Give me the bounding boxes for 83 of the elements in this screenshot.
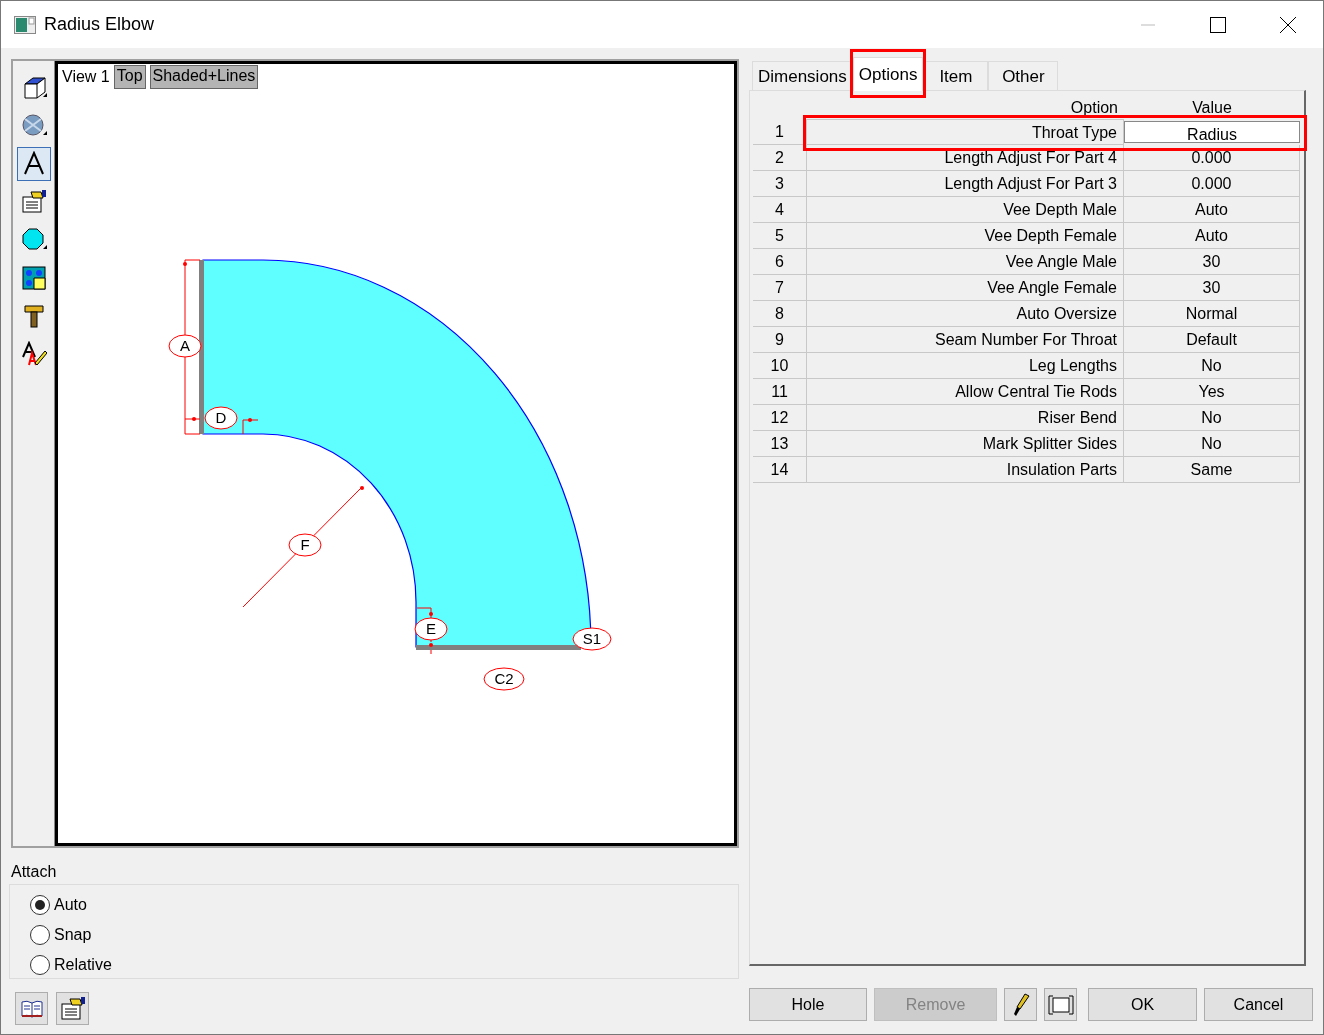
close-icon	[1280, 16, 1296, 33]
push-button[interactable]: OK	[1088, 988, 1197, 1021]
option-cell[interactable]: Length Adjust For Part 3	[807, 171, 1124, 197]
row-number: 10	[753, 353, 807, 379]
option-cell[interactable]: Seam Number For Throat	[807, 327, 1124, 353]
properties-icon	[59, 996, 86, 1021]
option-cell[interactable]: Length Adjust For Part 4	[807, 145, 1124, 171]
view-mode-button[interactable]: Top	[113, 65, 146, 89]
row-number: 12	[753, 405, 807, 431]
row-number: 3	[753, 171, 807, 197]
sphere-icon	[20, 113, 47, 139]
letter-icon	[21, 151, 46, 177]
tool-button[interactable]	[56, 992, 89, 1025]
value-cell[interactable]: 0.000	[1124, 171, 1300, 197]
radio-option[interactable]: Relative	[30, 953, 738, 977]
option-cell[interactable]: Vee Angle Female	[807, 275, 1124, 301]
push-button[interactable]: Hole	[749, 988, 867, 1021]
tab[interactable]: Other	[988, 61, 1059, 90]
minimize-icon	[1141, 23, 1155, 26]
radio-option[interactable]: Auto	[30, 893, 738, 917]
value-cell[interactable]: No	[1124, 405, 1300, 431]
book-icon	[19, 998, 44, 1019]
row-number: 4	[753, 197, 807, 223]
row-number: 5	[753, 223, 807, 249]
tool-button[interactable]	[16, 147, 51, 181]
dimension-label: F	[288, 533, 322, 557]
value-cell[interactable]: Default	[1124, 327, 1300, 353]
dimension-label: E	[414, 617, 448, 641]
dimension-label: C2	[483, 667, 525, 691]
column-header: Option	[1069, 98, 1119, 118]
option-cell[interactable]: Vee Depth Female	[807, 223, 1124, 249]
value-cell[interactable]: 30	[1124, 275, 1300, 301]
option-cell[interactable]: Vee Angle Male	[807, 249, 1124, 275]
option-cell[interactable]: Vee Depth Male	[807, 197, 1124, 223]
radio-option[interactable]: Snap	[30, 923, 738, 947]
tool-button[interactable]	[15, 992, 48, 1025]
value-cell[interactable]: Yes	[1124, 379, 1300, 405]
window-title: Radius Elbow	[44, 13, 155, 36]
row-number: 13	[753, 431, 807, 457]
option-cell[interactable]: Riser Bend	[807, 405, 1124, 431]
value-cell[interactable]: Auto	[1124, 197, 1300, 223]
group-label: Attach	[11, 862, 58, 882]
maximize-icon	[1210, 16, 1226, 33]
value-cell[interactable]: Normal	[1124, 301, 1300, 327]
value-cell[interactable]: No	[1124, 353, 1300, 379]
option-cell[interactable]: Throat Type	[807, 119, 1124, 145]
dimension-label: D	[204, 406, 238, 430]
column-header: Value	[1191, 98, 1233, 118]
option-cell[interactable]: Allow Central Tie Rods	[807, 379, 1124, 405]
value-cell[interactable]: 30	[1124, 249, 1300, 275]
row-number: 6	[753, 249, 807, 275]
octagon-icon	[20, 227, 47, 253]
tab[interactable]: Options	[852, 57, 924, 91]
value-cell[interactable]: Same	[1124, 457, 1300, 483]
value-cell[interactable]: No	[1124, 431, 1300, 457]
view-name: View 1	[62, 67, 110, 87]
push-button[interactable]: Cancel	[1204, 988, 1313, 1021]
row-number: 1	[753, 119, 807, 145]
value-cell[interactable]: 0.000	[1124, 145, 1300, 171]
frame-icon	[1047, 993, 1074, 1016]
option-cell[interactable]: Insulation Parts	[807, 457, 1124, 483]
hammer-icon	[21, 303, 46, 329]
tool-button[interactable]	[1004, 988, 1037, 1021]
tab[interactable]: Dimensions	[752, 61, 853, 90]
properties-icon	[20, 190, 47, 214]
tiles-icon	[21, 266, 46, 290]
spelling-icon	[20, 341, 47, 367]
row-number: 9	[753, 327, 807, 353]
row-number: 11	[753, 379, 807, 405]
dimension-label: A	[168, 334, 202, 358]
dimension-label: S1	[572, 627, 612, 651]
row-number: 7	[753, 275, 807, 301]
app-icon	[14, 15, 36, 34]
value-cell[interactable]: Auto	[1124, 223, 1300, 249]
row-number: 8	[753, 301, 807, 327]
option-cell[interactable]: Leg Lengths	[807, 353, 1124, 379]
option-cell[interactable]: Auto Oversize	[807, 301, 1124, 327]
tab[interactable]: Item	[923, 61, 989, 90]
view-mode-button[interactable]: Shaded+Lines	[149, 65, 259, 89]
value-field[interactable]: Radius	[1124, 121, 1300, 143]
option-cell[interactable]: Mark Splitter Sides	[807, 431, 1124, 457]
row-number: 2	[753, 145, 807, 171]
row-number: 14	[753, 457, 807, 483]
